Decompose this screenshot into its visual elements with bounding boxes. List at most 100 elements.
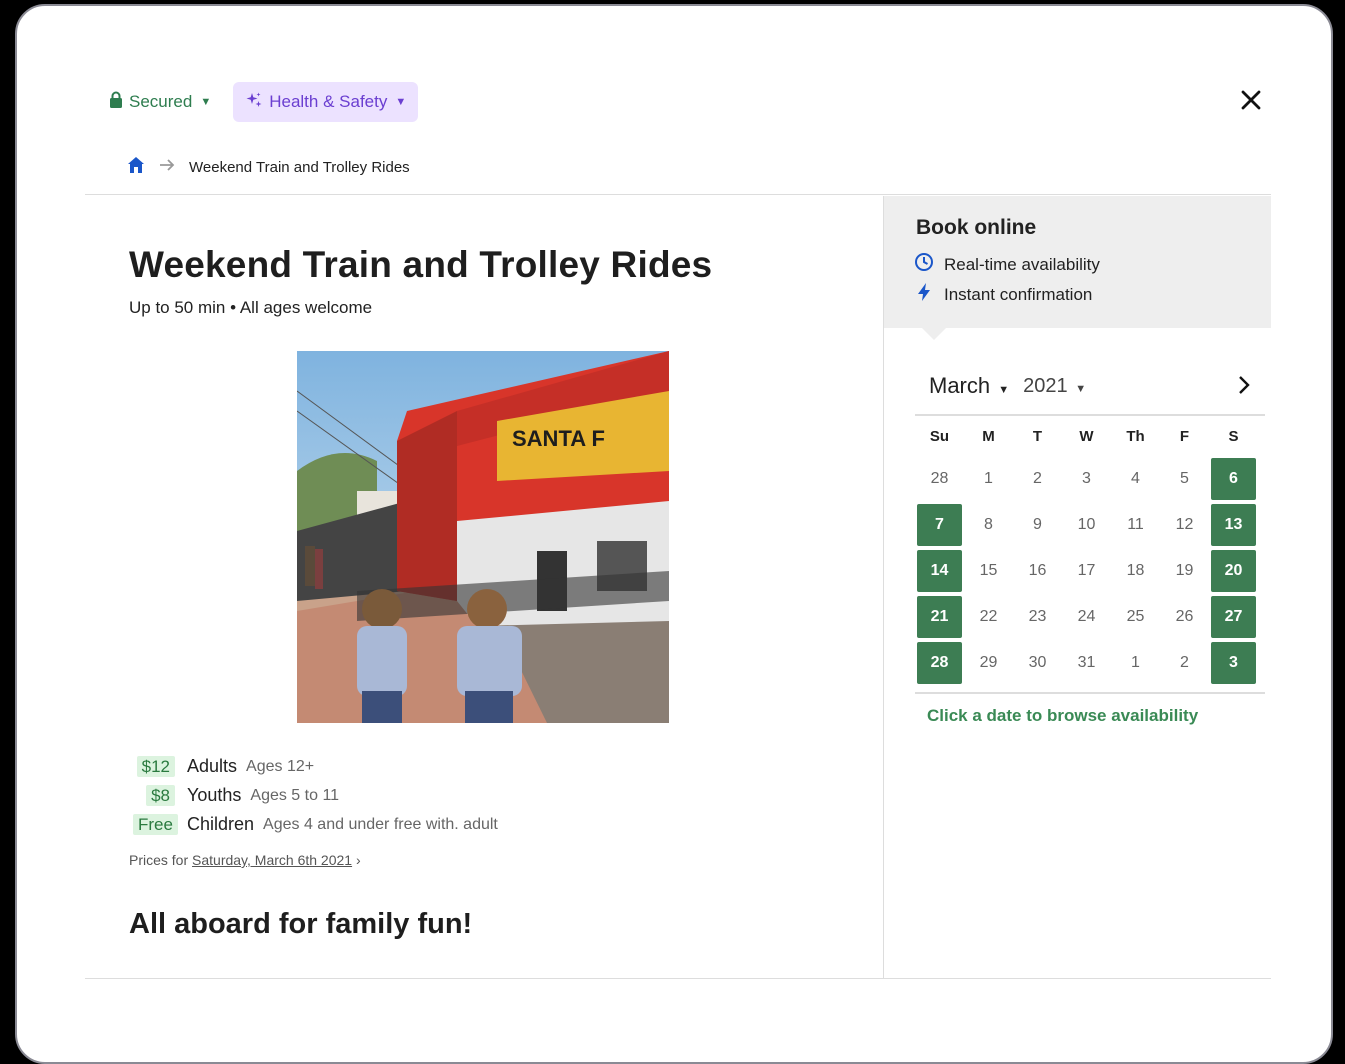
calendar-day[interactable]: 5 (1160, 456, 1209, 502)
sparkles-icon (245, 91, 263, 114)
day-number: 21 (917, 596, 962, 638)
calendar-day-available[interactable]: 21 (915, 594, 964, 640)
calendar-day[interactable]: 2 (1160, 640, 1209, 686)
day-number: 17 (1077, 562, 1096, 579)
calendar-hint: Click a date to browse availability (927, 706, 1199, 725)
calendar-day[interactable]: 16 (1013, 548, 1062, 594)
day-number: 9 (1033, 516, 1042, 533)
day-number: 7 (917, 504, 962, 546)
price-name: Children (187, 814, 255, 834)
day-number: 24 (1077, 608, 1096, 625)
calendar-day[interactable]: 28 (915, 456, 964, 502)
feature-realtime: Real-time availability (914, 252, 1100, 277)
chevron-right-icon: › (355, 852, 361, 868)
day-number: 20 (1211, 550, 1256, 592)
divider-top (85, 194, 1271, 195)
price-row-youths: $8 Youths Ages 5 to 11 (133, 781, 498, 810)
calendar-header: March ▼ 2021 ▼ (915, 366, 1265, 406)
price-ages: Ages 12+ (246, 757, 315, 775)
calendar-day[interactable]: 9 (1013, 502, 1062, 548)
day-number: 5 (1180, 470, 1189, 487)
calendar-day-available[interactable]: 3 (1209, 640, 1258, 686)
page-title: Weekend Train and Trolley Rides (129, 244, 713, 285)
price-row-children: Free Children Ages 4 and under free with… (133, 810, 498, 839)
calendar-day-available[interactable]: 14 (915, 548, 964, 594)
calendar-day[interactable]: 12 (1160, 502, 1209, 548)
year-select[interactable]: 2021 ▼ (1023, 375, 1086, 398)
day-number: 3 (1211, 642, 1256, 684)
calendar-day[interactable]: 24 (1062, 594, 1111, 640)
calendar-day[interactable]: 19 (1160, 548, 1209, 594)
price-list: $12 Adults Ages 12+ $8 Youths Ages 5 to … (133, 752, 498, 839)
day-number: 1 (984, 470, 993, 487)
price-badge: $12 (136, 755, 175, 777)
day-number: 18 (1126, 562, 1145, 579)
health-safety-dropdown[interactable]: Health & Safety ▼ (233, 82, 419, 122)
divider-bottom (85, 978, 1271, 979)
modal-window: Secured ▼ Health & Safety ▼ Weekend Trai… (15, 4, 1333, 1064)
book-online-panel: Book online Real-time availability Insta… (884, 196, 1271, 340)
weekday-label: Su (929, 428, 950, 445)
close-button[interactable] (1235, 86, 1267, 118)
calendar-day-available[interactable]: 28 (915, 640, 964, 686)
day-number: 25 (1126, 608, 1145, 625)
lock-icon (109, 91, 123, 113)
month-label: March (929, 373, 991, 398)
calendar-day[interactable]: 17 (1062, 548, 1111, 594)
calendar-day[interactable]: 3 (1062, 456, 1111, 502)
calendar-day[interactable]: 31 (1062, 640, 1111, 686)
day-number: 16 (1028, 562, 1047, 579)
calendar-day-available[interactable]: 27 (1209, 594, 1258, 640)
chevron-down-icon: ▼ (998, 384, 1010, 396)
weekday-label: Th (1126, 428, 1145, 445)
chevron-down-icon: ▼ (1075, 382, 1087, 395)
secured-dropdown[interactable]: Secured ▼ (107, 82, 223, 122)
calendar-day[interactable]: 29 (964, 640, 1013, 686)
calendar-day[interactable]: 22 (964, 594, 1013, 640)
month-select[interactable]: March ▼ (929, 373, 1009, 399)
calendar-rule (915, 692, 1265, 694)
year-label: 2021 (1023, 374, 1068, 397)
calendar-day[interactable]: 11 (1111, 502, 1160, 548)
price-name: Youths (187, 785, 242, 805)
chevron-right-icon (1239, 376, 1250, 394)
calendar-day[interactable]: 23 (1013, 594, 1062, 640)
chevron-down-icon: ▼ (200, 96, 212, 108)
weekday-label: F (1179, 428, 1190, 445)
day-number: 22 (979, 608, 998, 625)
calendar-day[interactable]: 10 (1062, 502, 1111, 548)
calendar-day[interactable]: 30 (1013, 640, 1062, 686)
calendar-day[interactable]: 25 (1111, 594, 1160, 640)
calendar-day[interactable]: 8 (964, 502, 1013, 548)
price-badge: Free (133, 813, 178, 835)
train-photo: SANTA F (297, 351, 669, 723)
prices-for-label: Prices for (129, 852, 189, 868)
calendar-day[interactable]: 1 (964, 456, 1013, 502)
calendar-day[interactable]: 2 (1013, 456, 1062, 502)
feature-instant: Instant confirmation (914, 282, 1092, 307)
calendar-day-available[interactable]: 20 (1209, 548, 1258, 594)
day-number: 14 (917, 550, 962, 592)
header-bar: Secured ▼ Health & Safety ▼ (107, 82, 419, 122)
next-month-button[interactable] (1237, 374, 1251, 401)
feature-label: Real-time availability (944, 254, 1100, 274)
close-icon (1241, 90, 1261, 115)
event-details: Weekend Train and Trolley Rides Up to 50… (129, 196, 869, 940)
calendar-day[interactable]: 1 (1111, 640, 1160, 686)
prices-for-note: Prices for Saturday, March 6th 2021 › (129, 852, 361, 868)
calendar-day[interactable]: 18 (1111, 548, 1160, 594)
calendar-day-available[interactable]: 13 (1209, 502, 1258, 548)
day-number: 12 (1175, 516, 1194, 533)
arrow-right-icon (159, 158, 175, 176)
calendar-day[interactable]: 15 (964, 548, 1013, 594)
calendar-day-available[interactable]: 6 (1209, 456, 1258, 502)
calendar-day[interactable]: 4 (1111, 456, 1160, 502)
price-name: Adults (187, 756, 238, 776)
day-number: 29 (979, 654, 998, 671)
event-subtitle: Up to 50 min • All ages welcome (129, 298, 373, 317)
calendar: March ▼ 2021 ▼ Su M T W Th F S 28 1 2 3 4 5 6 7 8 9 10 11… (915, 366, 1265, 726)
calendar-day-available[interactable]: 7 (915, 502, 964, 548)
prices-date-link[interactable]: Saturday, March 6th 2021 (192, 852, 352, 868)
home-icon[interactable] (127, 156, 145, 178)
calendar-day[interactable]: 26 (1160, 594, 1209, 640)
